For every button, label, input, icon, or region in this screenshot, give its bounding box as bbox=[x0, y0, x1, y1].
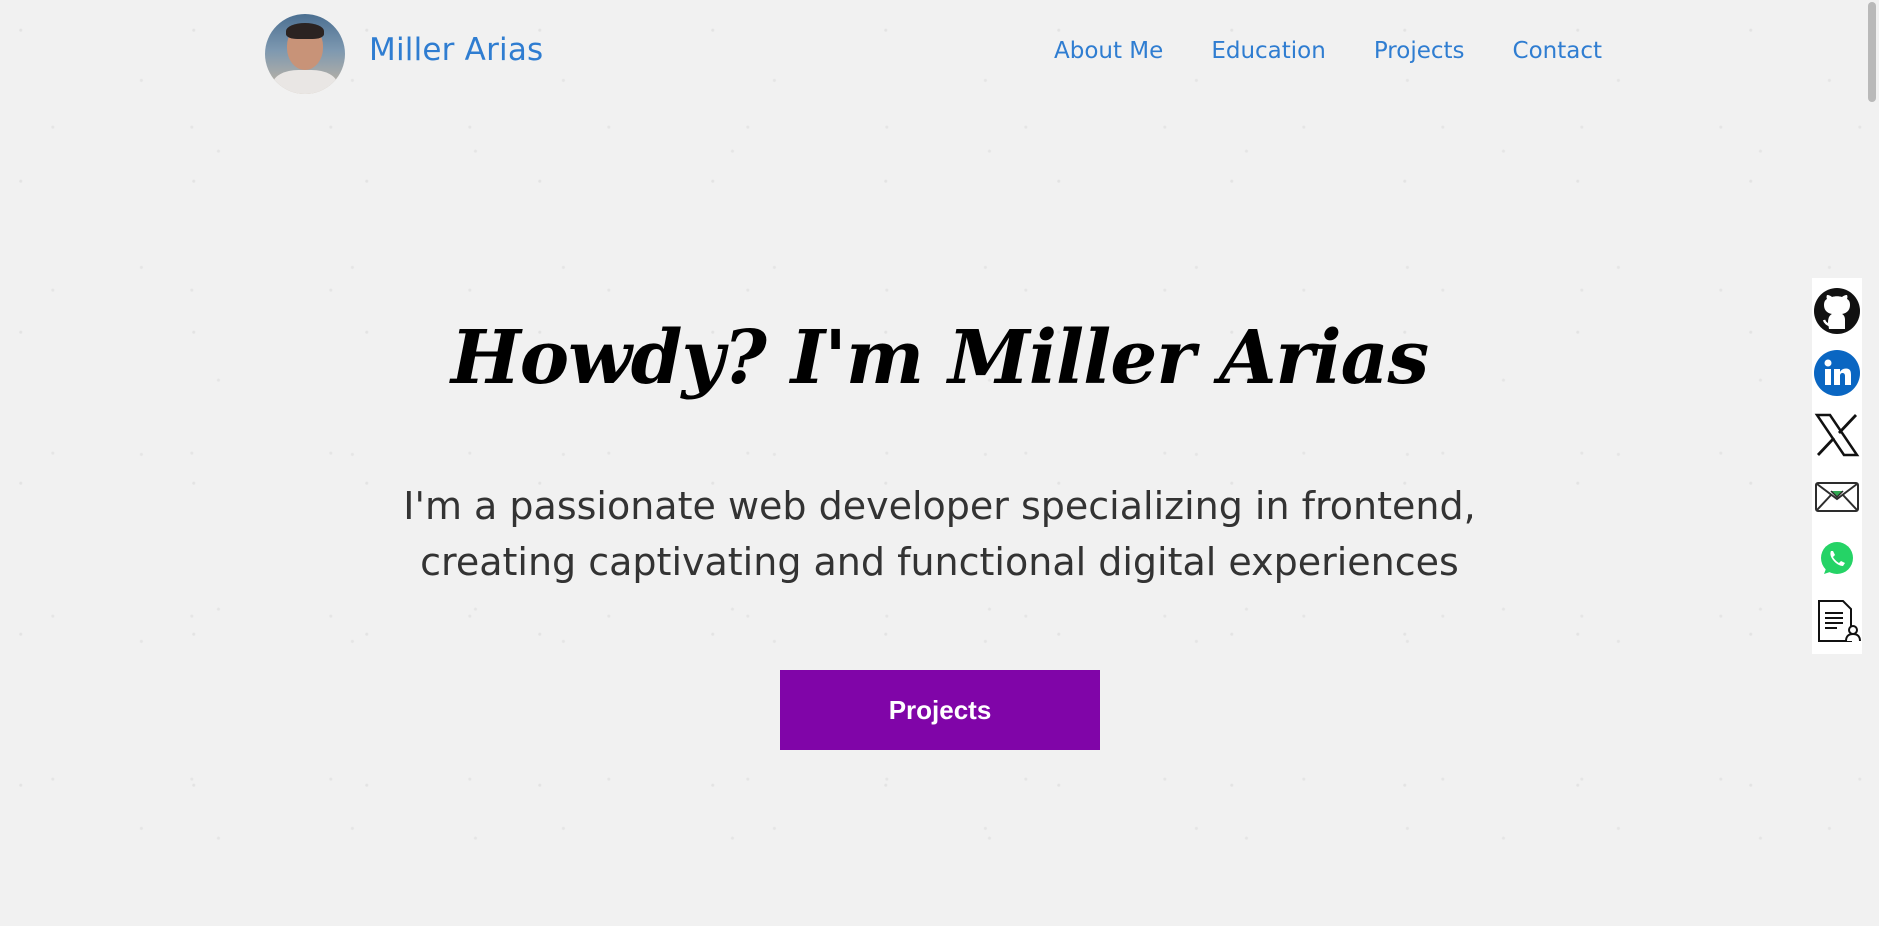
avatar-hair bbox=[286, 23, 324, 39]
github-icon[interactable] bbox=[1812, 280, 1862, 342]
scrollbar-thumb[interactable] bbox=[1868, 2, 1876, 102]
avatar[interactable] bbox=[265, 14, 345, 94]
nav-about-me[interactable]: About Me bbox=[1054, 38, 1163, 64]
hero-subtitle: I'm a passionate web developer specializ… bbox=[403, 484, 1476, 584]
whatsapp-icon[interactable] bbox=[1812, 528, 1862, 590]
resume-icon[interactable] bbox=[1812, 590, 1862, 652]
x-twitter-icon[interactable] bbox=[1812, 404, 1862, 466]
projects-button[interactable]: Projects bbox=[780, 670, 1100, 750]
site-header: Miller Arias About Me Education Projects… bbox=[0, 0, 1860, 108]
social-sidebar bbox=[1812, 278, 1862, 654]
nav-projects[interactable]: Projects bbox=[1374, 38, 1465, 64]
nav-education[interactable]: Education bbox=[1211, 38, 1326, 64]
email-icon[interactable] bbox=[1812, 466, 1862, 528]
page-scrollbar[interactable] bbox=[1865, 0, 1879, 926]
linkedin-icon[interactable] bbox=[1812, 342, 1862, 404]
hero-title: Howdy? I'm Miller Arias bbox=[450, 315, 1429, 401]
brand-name[interactable]: Miller Arias bbox=[369, 32, 543, 68]
nav-contact[interactable]: Contact bbox=[1513, 38, 1602, 64]
avatar-shirt bbox=[273, 70, 337, 94]
main-nav: About Me Education Projects Contact bbox=[1054, 38, 1602, 64]
